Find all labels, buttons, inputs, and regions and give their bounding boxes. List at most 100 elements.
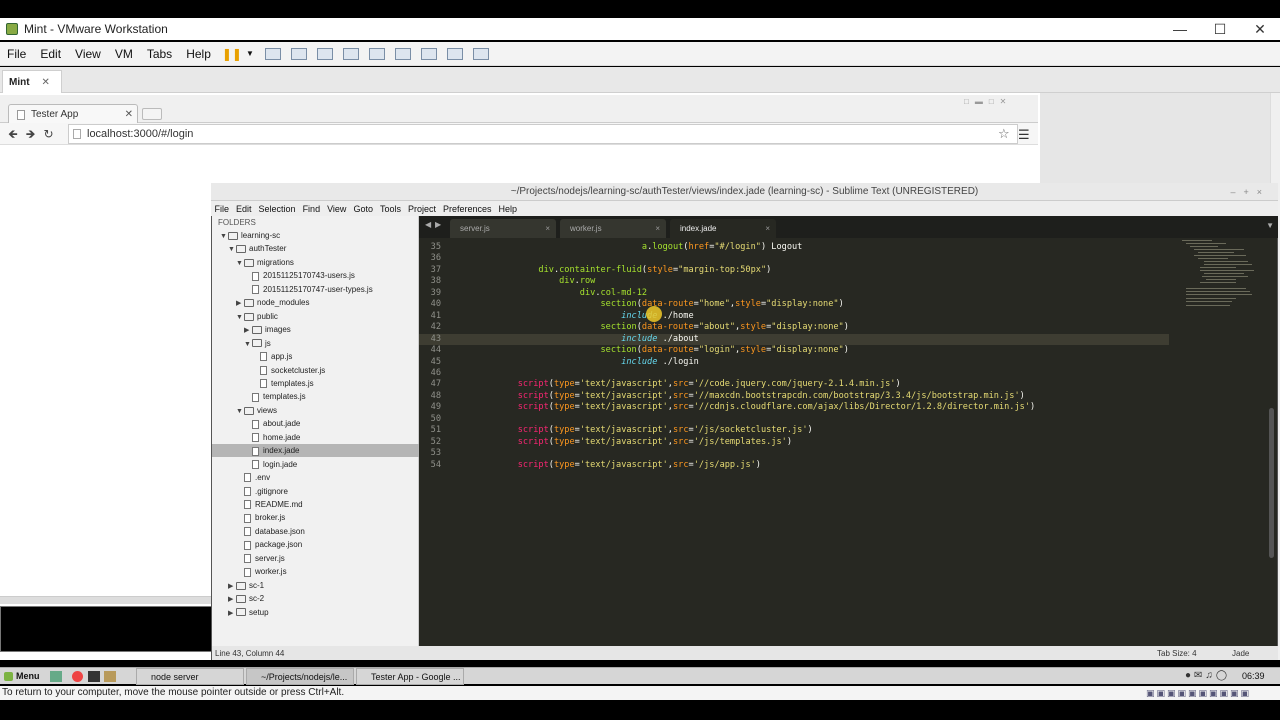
terminal-launcher-icon[interactable] xyxy=(88,671,100,682)
tree-file[interactable]: app.js xyxy=(212,350,419,363)
code-line[interactable]: 37 div.containter-fluid(style="margin-to… xyxy=(419,265,1169,277)
tab-worker-js[interactable]: worker.js × xyxy=(560,219,666,238)
chrome-horizontal-scrollbar[interactable] xyxy=(0,596,212,604)
code-line[interactable]: 51 script(type='text/javascript',src='/j… xyxy=(419,425,1169,437)
tree-folder[interactable]: ▶ sc-2 xyxy=(212,592,419,605)
close-icon[interactable]: × xyxy=(545,219,550,238)
code-line[interactable]: 47 script(type='text/javascript',src='//… xyxy=(419,379,1169,391)
tree-file[interactable]: README.md xyxy=(212,498,419,511)
bookmark-star-icon[interactable]: ☆ xyxy=(998,126,1010,142)
tree-file[interactable]: templates.js xyxy=(212,377,419,390)
syntax-mode[interactable]: Jade xyxy=(1232,649,1249,658)
tree-file[interactable]: worker.js xyxy=(212,565,419,578)
console-view-icon[interactable] xyxy=(472,47,489,60)
thumbnail-bar-icon[interactable] xyxy=(394,47,411,60)
tree-folder[interactable]: ▼ migrations xyxy=(212,256,419,269)
task-node-server[interactable]: node server xyxy=(136,668,244,685)
code-line[interactable]: 52 script(type='text/javascript',src='/j… xyxy=(419,437,1169,449)
chevron-right-icon[interactable]: ▶ xyxy=(228,593,236,606)
chevron-down-icon[interactable]: ▼ xyxy=(246,49,260,58)
st-menu-preferences[interactable]: Preferences xyxy=(439,204,495,214)
code-line[interactable]: 38 div.row xyxy=(419,276,1169,288)
code-line[interactable]: 49 script(type='text/javascript',src='//… xyxy=(419,402,1169,414)
tree-folder[interactable]: ▼ authTester xyxy=(212,242,419,255)
chrome-tab-tester-app[interactable]: Tester App ✕ xyxy=(8,104,138,124)
st-menu-edit[interactable]: Edit xyxy=(233,204,256,214)
st-menu-find[interactable]: Find xyxy=(299,204,324,214)
code-line[interactable]: 44 section(data-route="login",style="dis… xyxy=(419,345,1169,357)
code-editor[interactable]: 35 a.logout(href="#/login") Logout 36 37 d… xyxy=(419,238,1169,646)
tray-icons[interactable]: ●✉♫◯ xyxy=(1185,670,1230,681)
tree-folder[interactable]: ▶ node_modules xyxy=(212,296,419,309)
scroll-thumb[interactable] xyxy=(1269,408,1274,558)
tree-folder[interactable]: ▼ learning-sc xyxy=(212,229,419,242)
tree-file[interactable]: database.json xyxy=(212,525,419,538)
chevron-down-icon[interactable]: ▼ xyxy=(244,338,252,351)
task-chrome[interactable]: Tester App - Google ... xyxy=(356,668,464,685)
send-keys-icon[interactable] xyxy=(264,47,281,60)
hamburger-menu-icon[interactable]: ☰ xyxy=(1018,127,1030,143)
tab-scroll-right-icon[interactable]: ▶ xyxy=(435,220,441,229)
close-tab-icon[interactable]: ✕ xyxy=(42,77,50,88)
unity-icon[interactable] xyxy=(446,47,463,60)
tree-folder[interactable]: ▶ setup xyxy=(212,606,419,619)
back-icon[interactable]: 🡸 xyxy=(8,127,26,141)
tree-folder[interactable]: ▶ images xyxy=(212,323,419,336)
minimap[interactable] xyxy=(1180,238,1268,318)
st-menu-view[interactable]: View xyxy=(324,204,350,214)
forward-icon[interactable]: 🡺 xyxy=(26,127,44,141)
chevron-right-icon[interactable]: ▶ xyxy=(244,324,252,337)
close-icon[interactable]: ✕ xyxy=(1240,18,1280,40)
code-line[interactable]: 41 include ./home xyxy=(419,311,1169,323)
st-menu-selection[interactable]: Selection xyxy=(255,204,299,214)
st-menu-file[interactable]: File xyxy=(211,204,233,214)
code-line[interactable]: 46 xyxy=(419,368,1169,380)
vm-menu-tabs[interactable]: Tabs xyxy=(140,47,179,61)
chevron-right-icon[interactable]: ▶ xyxy=(236,297,244,310)
snapshot-manager-icon[interactable] xyxy=(342,47,359,60)
tab-list-icon[interactable]: ▼ xyxy=(1266,221,1274,230)
st-menu-help[interactable]: Help xyxy=(495,204,521,214)
chevron-down-icon[interactable]: ▼ xyxy=(236,311,244,324)
sublime-window-controls[interactable]: –+× xyxy=(1230,187,1270,197)
vm-menu-file[interactable]: File xyxy=(0,47,33,61)
task-terminal[interactable]: ~/Projects/nodejs/le... xyxy=(246,668,354,685)
code-line[interactable]: 39 div.col-md-12 xyxy=(419,288,1169,300)
chrome-window-controls[interactable]: □▬□✕ xyxy=(964,97,1036,109)
tab-server-js[interactable]: server.js × xyxy=(450,219,556,238)
tree-folder[interactable]: ▼ views xyxy=(212,404,419,417)
tree-file[interactable]: 20151125170747-user-types.js xyxy=(212,283,419,296)
pause-icon[interactable]: ❚❚ xyxy=(218,47,246,61)
code-line[interactable]: 53 xyxy=(419,448,1169,460)
chevron-down-icon[interactable]: ▼ xyxy=(220,230,228,243)
tree-file[interactable]: socketcluster.js xyxy=(212,364,419,377)
close-tab-icon[interactable]: ✕ xyxy=(125,109,133,120)
tab-index-jade[interactable]: index.jade × xyxy=(670,219,776,238)
chevron-down-icon[interactable]: ▼ xyxy=(236,405,244,418)
tree-file[interactable]: login.jade xyxy=(212,458,419,471)
minimize-icon[interactable]: — xyxy=(1160,18,1200,40)
chevron-right-icon[interactable]: ▶ xyxy=(228,580,236,593)
tree-file[interactable]: .env xyxy=(212,471,419,484)
code-line[interactable]: 42 section(data-route="about",style="dis… xyxy=(419,322,1169,334)
tree-folder[interactable]: ▶ sc-1 xyxy=(212,579,419,592)
code-line[interactable]: 45 include ./login xyxy=(419,357,1169,369)
show-desktop-icon[interactable] xyxy=(50,671,62,682)
close-icon[interactable]: × xyxy=(765,219,770,238)
tree-file[interactable]: server.js xyxy=(212,552,419,565)
tree-file[interactable]: package.json xyxy=(212,538,419,551)
code-line[interactable]: 40 section(data-route="home",style="disp… xyxy=(419,299,1169,311)
code-line[interactable]: 48 script(type='text/javascript',src='//… xyxy=(419,391,1169,403)
vm-menu-view[interactable]: View xyxy=(68,47,108,61)
tree-file[interactable]: .gitignore xyxy=(212,485,419,498)
st-menu-goto[interactable]: Goto xyxy=(350,204,377,214)
tree-file[interactable]: home.jade xyxy=(212,431,419,444)
maximize-icon[interactable]: ☐ xyxy=(1200,18,1240,40)
tab-size[interactable]: Tab Size: 4 xyxy=(1157,649,1197,658)
chevron-down-icon[interactable]: ▼ xyxy=(236,257,244,270)
tree-file[interactable]: templates.js xyxy=(212,390,419,403)
device-icons[interactable]: ▣▣▣▣▣▣▣▣▣▣ xyxy=(1146,686,1251,700)
show-library-icon[interactable] xyxy=(368,47,385,60)
tree-folder[interactable]: ▼ js xyxy=(212,337,419,350)
close-icon[interactable]: × xyxy=(655,219,660,238)
